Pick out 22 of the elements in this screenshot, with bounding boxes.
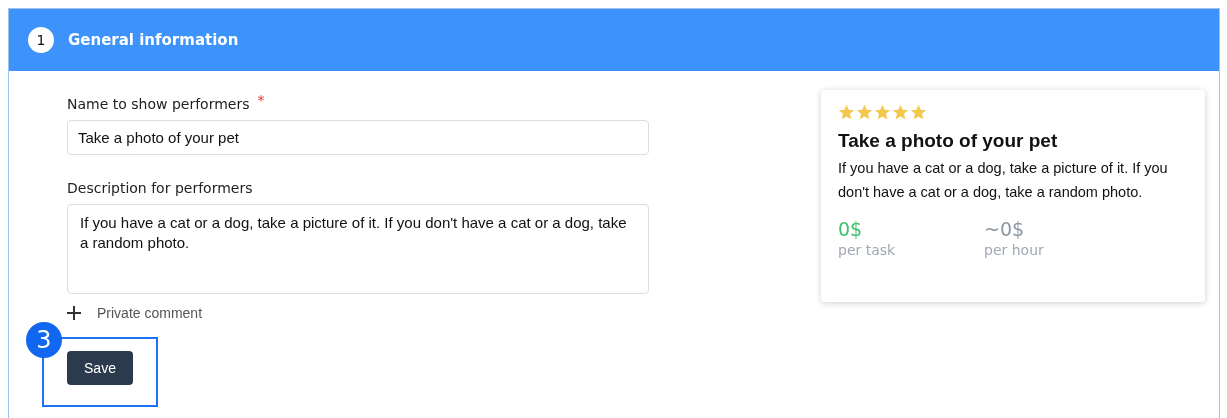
name-input-field[interactable]: Take a photo of your pet bbox=[67, 120, 649, 155]
star-icon bbox=[874, 104, 891, 120]
step-number: 1 bbox=[28, 27, 54, 53]
task-description: If you have a cat or a dog, take a picture of it. If you don't have a cat or a dog, take a random photo. bbox=[838, 159, 1169, 202]
task-title: Take a photo of your pet bbox=[838, 130, 1059, 152]
price-caption: per hour bbox=[984, 242, 1045, 258]
price-caption: per task bbox=[838, 242, 897, 258]
private-comment-link[interactable]: Private comment bbox=[97, 305, 203, 321]
field-label: Name to show performers bbox=[67, 96, 250, 112]
field-label: Description for performers bbox=[67, 180, 253, 196]
required-mark: * bbox=[257, 92, 265, 110]
save-button[interactable]: Save bbox=[67, 351, 133, 385]
price-per-hour: ~0$ bbox=[984, 218, 1026, 240]
star-icon bbox=[910, 104, 927, 120]
section-title: General information bbox=[68, 31, 239, 49]
star-icon bbox=[856, 104, 873, 120]
price-per-task: 0$ bbox=[838, 218, 864, 240]
plus-icon[interactable] bbox=[67, 306, 81, 320]
description-input-field[interactable]: If you have a cat or a dog, take a picture of it. If you don't have a cat or a dog, take a random photo. bbox=[67, 204, 649, 294]
annotation-badge: 3 bbox=[26, 322, 62, 358]
star-icon bbox=[892, 104, 909, 120]
star-icon bbox=[838, 104, 855, 120]
